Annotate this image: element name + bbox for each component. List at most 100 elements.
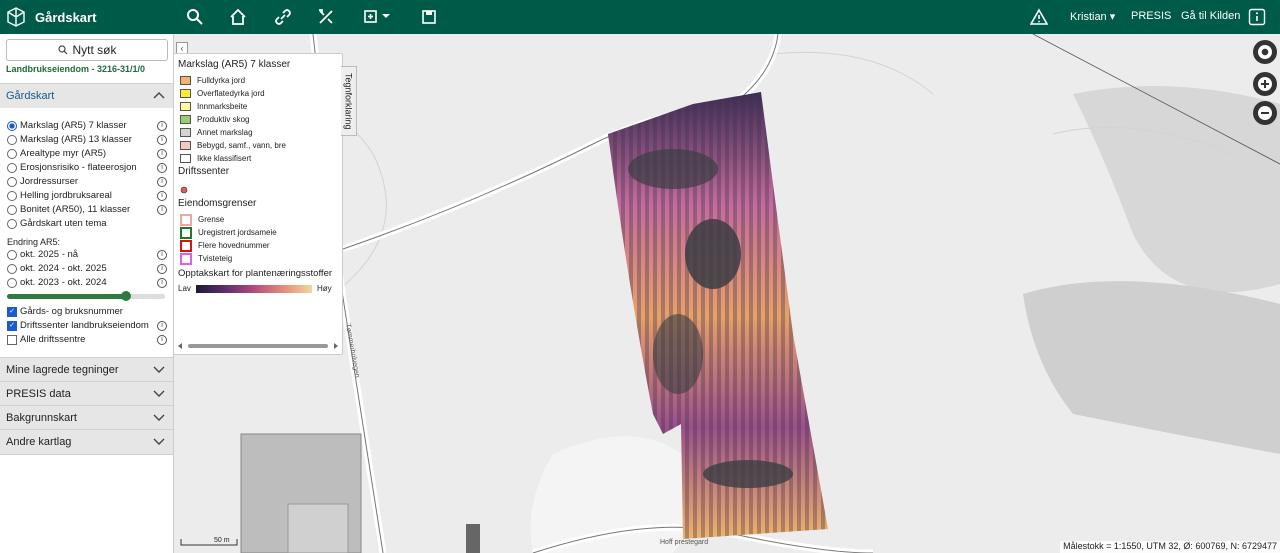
radio[interactable]: [7, 134, 17, 145]
checkbox-option[interactable]: ✓ Gårds- og bruksnummer: [7, 305, 167, 318]
search-icon: [57, 45, 67, 55]
theme-option[interactable]: Erosjonsrisiko - flateerosjon i: [7, 161, 167, 174]
legend-tab[interactable]: Tegnforklaring: [341, 66, 357, 136]
checkbox[interactable]: ✓: [7, 306, 17, 317]
locate-button[interactable]: [1253, 40, 1277, 64]
info-icon[interactable]: [1248, 8, 1266, 26]
checkbox[interactable]: [7, 334, 17, 345]
save-icon[interactable]: [420, 8, 438, 26]
time-slider-handle[interactable]: [120, 291, 131, 301]
section-gardskart[interactable]: Gårdskart: [0, 83, 173, 108]
legend-item-label: Bebygd, samf., vann, bre: [197, 141, 286, 150]
add-layer-icon[interactable]: [363, 8, 393, 26]
legend-item-label: Innmarksbeite: [197, 102, 248, 111]
search-icon[interactable]: [186, 8, 204, 26]
checkbox-option[interactable]: ✓ Driftssenter landbrukseiendom i: [7, 319, 167, 332]
tools-icon[interactable]: [317, 8, 335, 26]
checkbox-option[interactable]: Alle driftssentre i: [7, 333, 167, 346]
info-icon[interactable]: i: [157, 190, 167, 201]
user-menu[interactable]: Kristian ▾: [1070, 10, 1115, 23]
legend-driftssenter-symbol: [180, 184, 188, 195]
endring-option[interactable]: okt. 2024 - okt. 2025 i: [7, 262, 167, 275]
section-presis-data[interactable]: PRESIS data: [0, 381, 173, 406]
info-icon[interactable]: i: [157, 263, 167, 274]
theme-option[interactable]: Markslag (AR5) 7 klasser i: [7, 119, 167, 132]
info-icon[interactable]: i: [157, 162, 167, 173]
locate-icon: [1258, 45, 1272, 59]
legend-item-label: Flere hovednummer: [198, 241, 270, 250]
checkbox[interactable]: ✓: [7, 320, 17, 331]
legend-item-label: Overflatedyrka jord: [197, 89, 265, 98]
legend-swatch: [180, 141, 191, 150]
legend-swatch: [180, 76, 191, 85]
home-icon[interactable]: [229, 8, 247, 26]
radio[interactable]: [7, 218, 17, 229]
section-bakgrunnskart[interactable]: Bakgrunnskart: [0, 405, 173, 430]
property-label[interactable]: Landbrukseiendom - 3216-31/1/0: [6, 64, 145, 74]
theme-option[interactable]: Helling jordbruksareal i: [7, 189, 167, 202]
legend-driftssenter-title: Driftssenter: [178, 166, 230, 177]
legend-opptak-title: Opptakskart for plantenæringsstoffer: [178, 268, 333, 279]
legend-item-label: Grense: [198, 215, 225, 224]
info-icon[interactable]: i: [157, 249, 167, 260]
endring-label: Endring AR5:: [7, 236, 61, 247]
section-andre-kartlag[interactable]: Andre kartlag: [0, 429, 173, 455]
theme-option[interactable]: Bonitet (AR50), 11 klasser i: [7, 203, 167, 216]
radio[interactable]: [7, 148, 17, 159]
time-slider[interactable]: [7, 291, 165, 301]
info-icon[interactable]: i: [157, 134, 167, 145]
legend-item-label: Annet markslag: [197, 128, 253, 137]
endring-option[interactable]: okt. 2025 - nå i: [7, 248, 167, 261]
theme-option[interactable]: Gårdskart uten tema: [7, 217, 167, 230]
legend-item: Overflatedyrka jord: [180, 88, 265, 99]
section-label: PRESIS data: [6, 388, 71, 400]
info-icon[interactable]: i: [157, 176, 167, 187]
info-icon[interactable]: i: [157, 120, 167, 131]
info-icon[interactable]: i: [157, 277, 167, 288]
new-search-button[interactable]: Nytt søk: [6, 39, 168, 61]
info-icon[interactable]: i: [157, 320, 167, 331]
radio[interactable]: [7, 249, 17, 260]
theme-option[interactable]: Jordressurser i: [7, 175, 167, 188]
checkbox-label: Gårds- og bruksnummer: [20, 306, 123, 317]
legend-item-label: Tvisteteig: [198, 254, 233, 263]
zoom-out-button[interactable]: [1253, 101, 1277, 125]
presis-link[interactable]: PRESIS: [1131, 10, 1171, 22]
legend-panel: Markslag (AR5) 7 klasser Fulldyrka jord …: [173, 53, 343, 355]
radio[interactable]: [7, 204, 17, 215]
zoom-in-button[interactable]: [1253, 72, 1277, 96]
brand[interactable]: Gårdskart: [6, 5, 96, 29]
legend-item: Ikke klassifisert: [180, 153, 251, 164]
theme-label: Markslag (AR5) 13 klasser: [20, 134, 132, 145]
kilden-link[interactable]: Gå til Kilden: [1181, 10, 1240, 22]
legend-eiendom-title: Eiendomsgrenser: [178, 198, 257, 209]
theme-label: Jordressurser: [20, 176, 79, 187]
legend-item: Flere hovednummer: [180, 239, 270, 252]
minus-icon: [1258, 106, 1272, 120]
warning-icon[interactable]: [1030, 8, 1048, 26]
legend-item: Produktiv skog: [180, 114, 249, 125]
app-title: Gårdskart: [35, 9, 97, 25]
radio[interactable]: [7, 120, 17, 131]
legend-scrollbar[interactable]: [178, 343, 338, 349]
theme-option[interactable]: Markslag (AR5) 13 klasser i: [7, 133, 167, 146]
theme-label: Arealtype myr (AR5): [20, 148, 107, 159]
section-lagrede-tegninger[interactable]: Mine lagrede tegninger: [0, 357, 173, 382]
radio[interactable]: [7, 176, 17, 187]
link-icon[interactable]: [274, 8, 292, 26]
radio[interactable]: [7, 263, 17, 274]
plus-icon: [1258, 77, 1272, 91]
radio[interactable]: [7, 277, 17, 288]
info-icon[interactable]: i: [157, 204, 167, 215]
legend-item: Tvisteteig: [180, 252, 233, 265]
legend-border-swatch: [180, 239, 192, 252]
legend-low-label: Lav: [178, 284, 191, 293]
info-icon[interactable]: i: [157, 148, 167, 159]
radio[interactable]: [7, 190, 17, 201]
user-label: Kristian: [1070, 11, 1107, 23]
endring-option-label: okt. 2025 - nå: [20, 249, 79, 260]
radio[interactable]: [7, 162, 17, 173]
info-icon[interactable]: i: [157, 334, 167, 345]
theme-option[interactable]: Arealtype myr (AR5) i: [7, 147, 167, 160]
endring-option[interactable]: okt. 2023 - okt. 2024 i: [7, 276, 167, 289]
